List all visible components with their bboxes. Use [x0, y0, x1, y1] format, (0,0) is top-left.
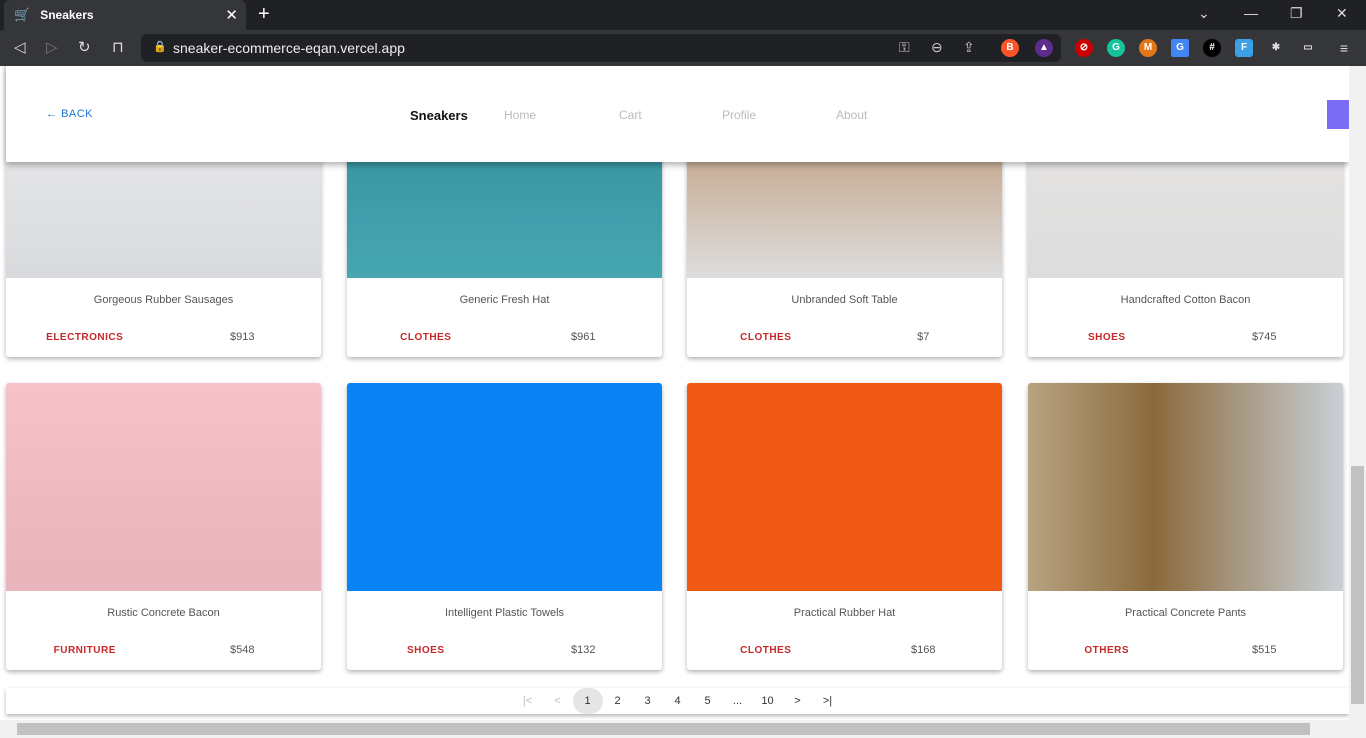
minimize-button[interactable]: — [1244, 5, 1258, 21]
next-page-button[interactable]: > [783, 688, 813, 714]
brand-logo[interactable]: Sneakers [410, 108, 468, 123]
forward-icon[interactable]: ▷ [46, 38, 58, 56]
brave-icon[interactable]: B [1001, 39, 1019, 57]
extension-icon[interactable]: F [1235, 39, 1253, 57]
new-tab-button[interactable]: + [258, 3, 270, 26]
wallet-icon[interactable]: ▭ [1299, 39, 1317, 57]
page-button[interactable]: 4 [663, 688, 693, 714]
product-category: ELECTRONICS [46, 332, 124, 343]
close-tab-icon[interactable]: ✕ [225, 6, 238, 24]
first-page-button[interactable]: |< [513, 688, 543, 714]
product-price: $7 [917, 331, 930, 343]
page-button[interactable]: 3 [633, 688, 663, 714]
nav-home[interactable]: Home [504, 108, 536, 122]
product-image[interactable] [347, 383, 662, 591]
product-card[interactable]: Intelligent Plastic Towels SHOES $132 [347, 383, 662, 670]
product-category: CLOTHES [400, 332, 452, 343]
page-button[interactable]: 10 [753, 688, 783, 714]
product-category: CLOTHES [740, 332, 792, 343]
vertical-scrollbar[interactable] [1349, 66, 1366, 720]
product-card[interactable]: Practical Concrete Pants OTHERS $515 [1028, 383, 1343, 670]
page-button[interactable]: 2 [603, 688, 633, 714]
product-title: Practical Concrete Pants [1124, 607, 1247, 619]
tab-search-icon[interactable]: ⌄ [1198, 5, 1210, 22]
product-title: Practical Rubber Hat [793, 607, 896, 619]
tab-title: Sneakers [40, 8, 94, 22]
key-icon[interactable]: ⚿ [899, 39, 910, 56]
close-window-button[interactable]: ✕ [1336, 5, 1348, 22]
product-category: OTHERS [1084, 645, 1130, 656]
page-button[interactable]: 5 [693, 688, 723, 714]
site-header: ← BACK Sneakers Home Cart Profile About [6, 66, 1349, 162]
tab-bar: 🛒 Sneakers ✕ + ⌄ — ❐ ✕ [0, 0, 1366, 30]
page-button: ... [732, 695, 743, 707]
page: ← BACK Sneakers Home Cart Profile About … [0, 66, 1349, 720]
product-card[interactable]: Practical Rubber Hat CLOTHES $168 [687, 383, 1002, 670]
metamask-icon[interactable]: M [1139, 39, 1157, 57]
browser-toolbar: ◁ ▷ ↻ ⊓ 🔒 sneaker-ecommerce-eqan.vercel.a… [0, 30, 1366, 66]
bookmark-icon[interactable]: ⊓ [112, 38, 124, 56]
lock-icon: 🔒 [153, 41, 167, 53]
puzzle-icon[interactable]: ✱ [1267, 39, 1285, 57]
back-icon[interactable]: ◁ [14, 38, 26, 56]
product-category: CLOTHES [740, 645, 792, 656]
product-category: FURNITURE [53, 645, 116, 656]
product-title: Rustic Concrete Bacon [107, 607, 220, 619]
pagination: |< < 1 2 3 4 5... 10 > >| [6, 688, 1349, 714]
product-price: $515 [1252, 644, 1277, 656]
restore-button[interactable]: ❐ [1290, 5, 1303, 22]
product-price: $168 [911, 644, 936, 656]
product-title: Unbranded Soft Table [791, 294, 898, 306]
product-category: SHOES [1087, 332, 1126, 343]
product-title: Intelligent Plastic Towels [444, 607, 565, 619]
product-price: $745 [1252, 331, 1277, 343]
product-title: Gorgeous Rubber Sausages [93, 294, 234, 306]
back-button[interactable]: ← BACK [46, 108, 93, 120]
browser-tab[interactable]: 🛒 Sneakers ✕ [4, 0, 246, 30]
product-price: $548 [230, 644, 255, 656]
zoom-icon[interactable]: ⊖ [931, 39, 943, 56]
product-title: Generic Fresh Hat [459, 294, 550, 306]
nav-about[interactable]: About [836, 108, 867, 122]
page-button[interactable]: 1 [572, 688, 603, 714]
last-page-button[interactable]: >| [813, 688, 843, 714]
url-text: sneaker-ecommerce-eqan.vercel.app [173, 40, 405, 56]
product-price: $913 [230, 331, 255, 343]
product-price: $132 [571, 644, 596, 656]
product-image[interactable] [687, 383, 1002, 591]
product-image[interactable] [1028, 383, 1343, 591]
address-bar[interactable]: 🔒 sneaker-ecommerce-eqan.vercel.app ⚿ ⊖ ⇪ [141, 34, 1061, 62]
rewards-icon[interactable]: ▲ [1035, 39, 1053, 57]
product-title: Handcrafted Cotton Bacon [1120, 294, 1251, 306]
share-icon[interactable]: ⇪ [963, 39, 975, 56]
prev-page-button[interactable]: < [543, 688, 573, 714]
product-category: SHOES [406, 645, 445, 656]
nav-cart[interactable]: Cart [619, 108, 642, 122]
product-card[interactable]: Rustic Concrete Bacon FURNITURE $548 [6, 383, 321, 670]
back-label: BACK [61, 108, 94, 120]
cart-icon: 🛒 [14, 7, 31, 22]
reload-icon[interactable]: ↻ [78, 38, 91, 56]
product-price: $961 [571, 331, 596, 343]
extension-icon[interactable]: # [1203, 39, 1221, 57]
extension-icon[interactable]: ⊘ [1075, 39, 1093, 57]
product-image[interactable] [6, 383, 321, 591]
nav-profile[interactable]: Profile [722, 108, 756, 122]
avatar[interactable] [1327, 100, 1349, 129]
horizontal-scrollbar[interactable] [0, 720, 1366, 738]
translate-icon[interactable]: G [1171, 39, 1189, 57]
grammarly-icon[interactable]: G [1107, 39, 1125, 57]
menu-icon[interactable]: ≡ [1335, 39, 1353, 57]
